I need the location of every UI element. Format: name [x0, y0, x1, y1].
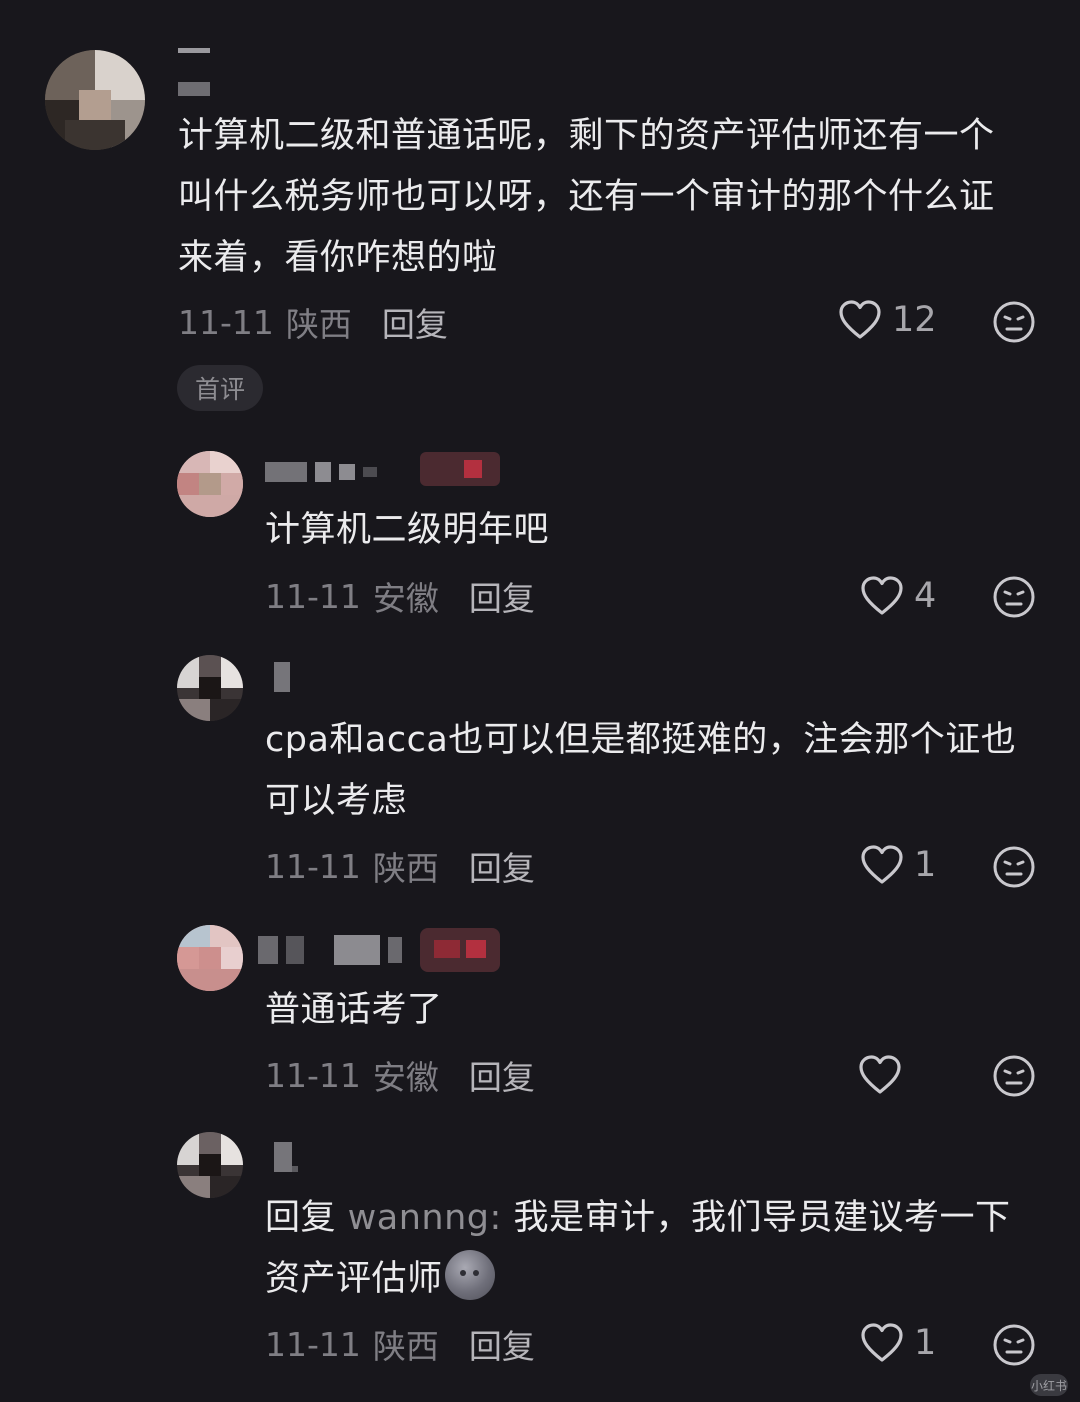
username-pixelated[interactable]: [178, 48, 210, 65]
reply-button[interactable]: 回复: [469, 572, 535, 620]
reply-button[interactable]: 回复: [382, 298, 448, 346]
heart-icon: [859, 1055, 901, 1094]
reply-button[interactable]: 回复: [469, 842, 535, 890]
like-count: 12: [892, 300, 937, 340]
like-button[interactable]: 1: [860, 845, 936, 885]
like-button[interactable]: 1: [860, 1323, 936, 1363]
reply-location: 安徽: [372, 579, 439, 618]
mention-username[interactable]: wannng:: [348, 1198, 502, 1238]
comment-location: 陕西: [285, 305, 352, 344]
neutral-face-icon[interactable]: [992, 845, 1036, 889]
username-pixelated-2: [178, 82, 210, 96]
first-comment-tag: 首评: [177, 365, 263, 411]
reply-location: 陕西: [372, 1327, 439, 1366]
neutral-face-icon[interactable]: [992, 575, 1036, 619]
reply-date: 11-11: [265, 1324, 361, 1364]
avatar[interactable]: [177, 1132, 243, 1198]
like-count: 1: [914, 1323, 937, 1363]
username-pixelated[interactable]: [265, 462, 377, 482]
moon-face-icon: [444, 1250, 495, 1300]
heart-icon: [861, 576, 903, 615]
heart-icon: [839, 300, 881, 339]
reply-meta: 11-11 陕西 回复: [265, 1320, 535, 1368]
neutral-face-icon[interactable]: [992, 1323, 1036, 1367]
user-badge: [420, 928, 500, 972]
watermark-logo: 小红书: [1030, 1374, 1068, 1396]
avatar[interactable]: [177, 655, 243, 721]
comment-meta: 11-11 陕西 回复: [178, 298, 448, 346]
like-count: 4: [914, 576, 937, 616]
reply-date: 11-11: [265, 576, 361, 616]
neutral-face-icon[interactable]: [992, 1054, 1036, 1098]
like-button[interactable]: [858, 1055, 912, 1095]
heart-icon: [861, 1323, 903, 1362]
username-pixelated[interactable]: [274, 1142, 306, 1172]
comment-date: 11-11: [178, 302, 274, 342]
like-button[interactable]: 4: [860, 576, 936, 616]
avatar[interactable]: [177, 925, 243, 991]
reply-button[interactable]: 回复: [469, 1051, 535, 1099]
user-badge: [420, 452, 500, 486]
reply-text: 回复 wannng: 我是审计，我们导员建议考一下资产评估师: [265, 1188, 1025, 1310]
reply-location: 陕西: [372, 849, 439, 888]
heart-icon: [861, 845, 903, 884]
like-button[interactable]: 12: [838, 300, 937, 340]
reply-date: 11-11: [265, 1055, 361, 1095]
username-pixelated[interactable]: [258, 935, 402, 965]
avatar[interactable]: [177, 451, 243, 517]
neutral-face-icon[interactable]: [992, 300, 1036, 344]
reply-meta: 11-11 安徽 回复: [265, 1051, 535, 1099]
reply-meta: 11-11 安徽 回复: [265, 572, 535, 620]
reply-prefix: 回复: [265, 1198, 337, 1238]
comment-text: 计算机二级和普通话呢，剩下的资产评估师还有一个叫什么税务师也可以呀，还有一个审计…: [178, 116, 995, 278]
avatar[interactable]: [45, 50, 145, 150]
username-pixelated[interactable]: [274, 662, 290, 692]
reply-text: 计算机二级明年吧: [265, 510, 550, 550]
reply-button[interactable]: 回复: [469, 1320, 535, 1368]
reply-meta: 11-11 陕西 回复: [265, 842, 535, 890]
reply-location: 安徽: [372, 1058, 439, 1097]
reply-text: cpa和acca也可以但是都挺难的，注会那个证也可以考虑: [265, 720, 1017, 821]
reply-date: 11-11: [265, 846, 361, 886]
like-count: 1: [914, 845, 937, 885]
reply-text: 普通话考了: [265, 990, 443, 1030]
